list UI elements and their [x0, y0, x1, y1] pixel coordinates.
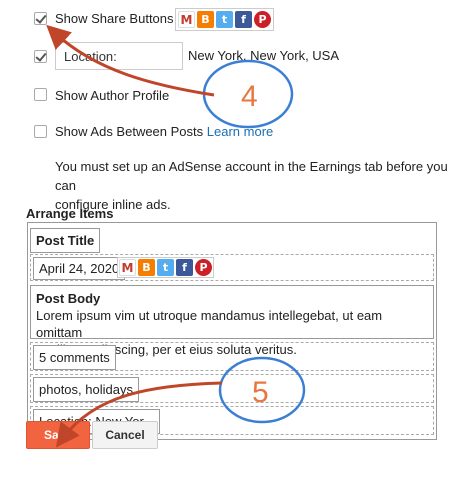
date-item[interactable]: April 24, 2020 — [33, 257, 126, 280]
step4-circle — [202, 59, 294, 129]
save-button[interactable]: Save — [26, 421, 90, 449]
share-buttons-label: Show Share Buttons — [55, 11, 174, 26]
arrange-items-heading: Arrange Items — [26, 206, 114, 221]
pinterest-icon: P — [254, 11, 271, 28]
step4-number: 4 — [241, 80, 258, 113]
comments-item[interactable]: 5 comments — [33, 345, 116, 370]
facebook-icon: f — [235, 11, 252, 28]
location-label-input[interactable]: Location: — [55, 42, 183, 70]
arrange-items-panel: Post Title April 24, 2020 M B t f P Post… — [27, 222, 437, 440]
blogger-icon: B — [197, 11, 214, 28]
author-profile-checkbox[interactable] — [34, 88, 47, 101]
share-buttons-checkbox[interactable] — [34, 12, 47, 25]
location-checkbox[interactable] — [34, 50, 47, 63]
author-profile-label: Show Author Profile — [55, 88, 170, 103]
learn-more-link[interactable]: Learn more — [207, 124, 273, 139]
adsense-note-line1: You must set up an AdSense account in th… — [55, 159, 448, 193]
location-value: New York, New York, USA — [188, 48, 340, 63]
ads-label: Show Ads Between Posts Learn more — [55, 124, 273, 139]
ads-label-text: Show Ads Between Posts — [55, 124, 204, 139]
location-row[interactable]: Location: New Yor... — [30, 406, 434, 435]
date-share-row[interactable]: April 24, 2020 M B t f P — [30, 254, 434, 281]
labels-row[interactable]: photos, holidays — [30, 374, 434, 403]
twitter-icon: t — [157, 259, 174, 276]
share-buttons-item[interactable]: M B t f P — [117, 257, 214, 278]
post-body-title: Post Body — [36, 291, 101, 306]
ads-checkbox[interactable] — [34, 125, 47, 138]
cancel-button[interactable]: Cancel — [92, 421, 158, 449]
twitter-icon: t — [216, 11, 233, 28]
blogger-icon: B — [138, 259, 155, 276]
post-body-text-line1: Lorem ipsum vim ut utroque mandamus inte… — [36, 308, 383, 340]
gmail-icon: M — [178, 11, 195, 28]
adsense-note-line2: configure inline ads. — [55, 197, 171, 212]
gmail-icon: M — [119, 259, 136, 276]
labels-item[interactable]: photos, holidays — [33, 377, 139, 402]
adsense-note: You must set up an AdSense account in th… — [55, 157, 465, 214]
location-input-text: Location: — [64, 49, 117, 64]
post-body-item[interactable]: Post Body Lorem ipsum vim ut utroque man… — [30, 285, 434, 357]
facebook-icon: f — [176, 259, 193, 276]
pinterest-icon: P — [195, 259, 212, 276]
post-title-item[interactable]: Post Title — [30, 228, 101, 253]
comments-row[interactable]: 5 comments — [30, 342, 434, 371]
share-buttons-preview: M B t f P — [175, 8, 274, 31]
